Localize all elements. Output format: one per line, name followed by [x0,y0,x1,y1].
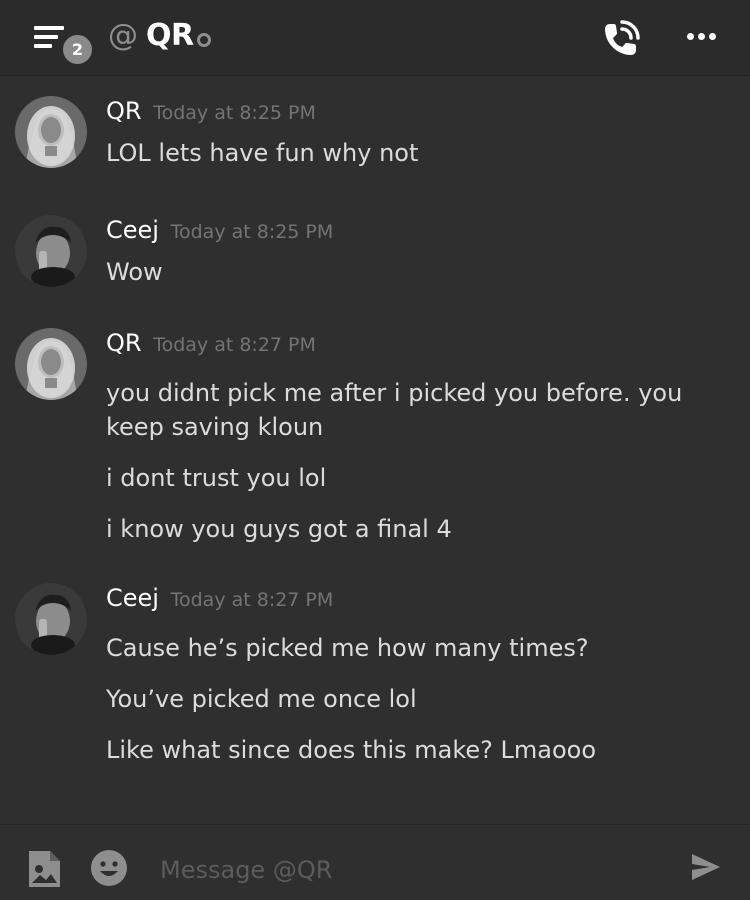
message-text: i dont trust you lol [106,464,327,492]
call-button[interactable] [600,18,642,60]
message-text: you didnt pick me after i picked you bef… [106,379,683,441]
emoji-button[interactable] [90,849,128,891]
user-avatar-icon [15,215,87,287]
channel-header: 2 @ QR [0,0,750,76]
offline-status-icon [197,33,211,47]
author-name[interactable]: QR [106,97,142,125]
message-author[interactable]: QR Today at 8:27 PM [106,328,316,360]
unread-badge: 2 [60,32,95,67]
author-name[interactable]: Ceej [106,584,159,612]
menu-button[interactable]: 2 [30,22,95,67]
message-timestamp: Today at 8:27 PM [153,334,316,356]
more-dots-icon [709,33,716,40]
message-list[interactable]: QR Today at 8:25 PM LOL lets have fun wh… [0,76,750,824]
message-author[interactable]: QR Today at 8:25 PM [106,96,316,128]
message-text: LOL lets have fun why not [106,139,419,167]
message-timestamp: Today at 8:27 PM [170,589,334,611]
avatar-ceej[interactable] [15,583,87,655]
more-dots-icon [687,33,694,40]
more-options-button[interactable] [684,28,720,48]
message-text: i know you guys got a final 4 [106,515,452,543]
avatar-qr[interactable] [15,96,87,168]
message-text: Wow [106,258,163,286]
more-dots-icon [698,33,705,40]
avatar-qr[interactable] [15,328,87,400]
message-text: Cause he’s picked me how many times? [106,634,589,662]
user-avatar-icon [15,583,87,655]
phone-call-icon [605,20,640,55]
message-input[interactable] [160,853,660,887]
message-author[interactable]: Ceej Today at 8:25 PM [106,215,333,247]
author-name[interactable]: Ceej [106,216,159,244]
channel-title: QR [146,18,194,53]
image-upload-icon [29,851,60,887]
message-timestamp: Today at 8:25 PM [153,102,316,124]
message-text: You’ve picked me once lol [106,685,417,713]
at-icon: @ [108,18,138,53]
avatar-ceej[interactable] [15,215,87,287]
user-avatar-icon [15,96,87,168]
author-name[interactable]: QR [106,329,142,357]
message-composer [0,824,750,900]
user-avatar-icon [15,328,87,400]
message-timestamp: Today at 8:25 PM [170,221,334,243]
emoji-icon [91,850,127,886]
image-upload-button[interactable] [26,849,62,893]
message-author[interactable]: Ceej Today at 8:27 PM [106,583,333,615]
send-icon [692,854,720,880]
send-button[interactable] [690,851,722,887]
message-text: Like what since does this make? Lmaooo [106,736,597,764]
